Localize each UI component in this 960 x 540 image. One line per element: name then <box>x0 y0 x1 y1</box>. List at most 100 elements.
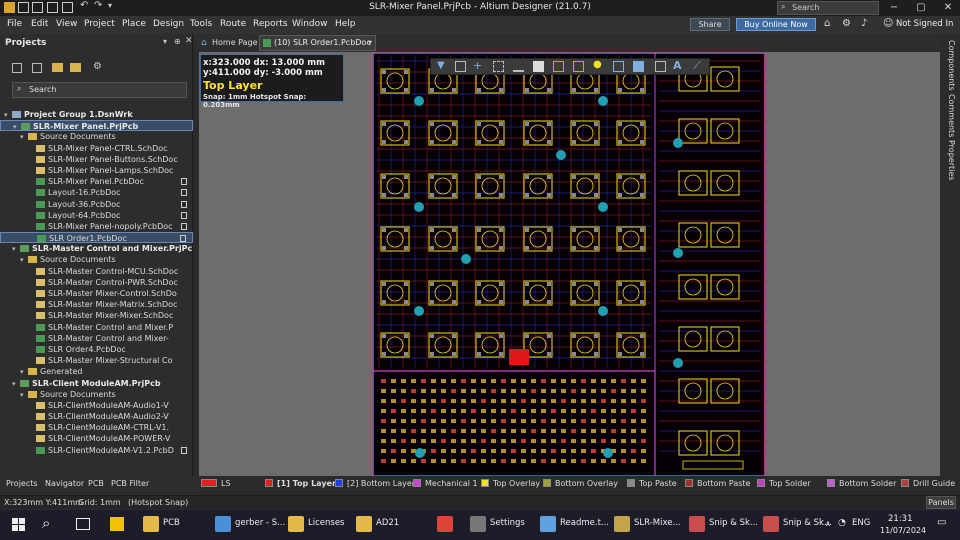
tray-arrow-icon[interactable]: ∧ <box>825 519 831 528</box>
project-tree-item[interactable]: Layout-36.PcbDoc <box>0 199 193 210</box>
interactive-route-icon[interactable] <box>553 61 564 72</box>
taskbar-app-icon[interactable] <box>470 516 486 532</box>
expand-arrow-icon[interactable]: ▾ <box>12 244 20 254</box>
project-tree-item[interactable]: ▾ Source Documents <box>0 254 193 265</box>
route-icon[interactable] <box>455 61 466 72</box>
tab-pcb[interactable]: PCB <box>88 479 104 488</box>
layer-tab[interactable]: [1] Top Layer <box>265 479 336 488</box>
project-tree-item[interactable]: ▾ Source Documents <box>0 389 193 400</box>
windows-start-icon[interactable] <box>12 518 25 531</box>
menu-help[interactable]: Help <box>335 19 356 29</box>
tab-pcb-filter[interactable]: PCB Filter <box>111 479 149 488</box>
projects-search-input[interactable]: ⌕ Search <box>12 82 187 98</box>
project-tree-item[interactable]: SLR-Master Mixer-Structural Co <box>0 355 193 366</box>
taskbar-app-label[interactable]: Snip & Sk... <box>709 518 758 528</box>
home-icon[interactable]: ⌂ <box>824 18 830 29</box>
taskbar-app-label[interactable]: AD21 <box>376 518 399 528</box>
layer-tab[interactable]: Mechanical 1 <box>413 479 478 488</box>
notification-icon[interactable]: ▭ <box>937 517 946 528</box>
polygon-icon[interactable] <box>633 61 644 72</box>
tab-home-page[interactable]: ⌂ Home Page <box>200 36 258 51</box>
taskbar-app-icon[interactable] <box>540 516 556 532</box>
layer-tab[interactable]: Drill Guide <box>901 479 955 488</box>
folder-open-icon[interactable] <box>70 63 81 72</box>
text-icon[interactable]: A <box>673 59 684 72</box>
search-icon[interactable]: ⌕ <box>42 514 50 532</box>
tab-comments[interactable]: Comments <box>944 94 956 137</box>
project-tree-item[interactable]: Layout-16.PcbDoc <box>0 187 193 198</box>
expand-arrow-icon[interactable]: ▾ <box>4 110 12 120</box>
project-tree-item[interactable]: SLR-Master Mixer-Control.SchDo <box>0 288 193 299</box>
project-tree-item[interactable]: SLR-ClientModuleAM-Audio1-V <box>0 400 193 411</box>
plus-icon[interactable]: + <box>473 59 484 72</box>
menu-place[interactable]: Place <box>122 19 146 29</box>
project-tree-item[interactable]: SLR-Mixer Panel-nopoly.PcbDoc <box>0 221 193 232</box>
menu-project[interactable]: Project <box>84 19 115 29</box>
tab-navigator[interactable]: Navigator <box>45 479 84 488</box>
expand-arrow-icon[interactable]: ▾ <box>13 122 21 130</box>
menu-view[interactable]: View <box>56 19 77 29</box>
project-tree-node[interactable]: ▾ Project Group 1.DsnWrk <box>0 109 193 120</box>
clock-date[interactable]: 11/07/2024 <box>880 526 926 535</box>
align-icon[interactable] <box>513 61 524 72</box>
maximize-button[interactable]: ▢ <box>907 0 935 16</box>
select-icon[interactable] <box>493 61 504 72</box>
menu-edit[interactable]: Edit <box>31 19 48 29</box>
buy-online-button[interactable]: Buy Online Now <box>736 18 816 31</box>
taskbar-app-icon[interactable] <box>437 516 453 532</box>
bell-icon[interactable]: ♪ <box>861 18 867 29</box>
project-tree-item[interactable]: SLR-ClientModuleAM-POWER-V <box>0 433 193 444</box>
project-tree-item[interactable]: ▾ Generated <box>0 366 193 377</box>
project-tree-item[interactable]: SLR-Master Mixer-Mixer.SchDoc <box>0 310 193 321</box>
tab-properties[interactable]: Properties <box>944 140 956 180</box>
menu-design[interactable]: Design <box>153 19 184 29</box>
project-tree-item[interactable]: SLR-Master Mixer-Matrix.SchDoc <box>0 299 193 310</box>
taskbar-app-label[interactable]: Readme.t... <box>560 518 609 528</box>
taskbar-app-icon[interactable] <box>356 516 372 532</box>
share-button[interactable]: Share <box>690 18 730 31</box>
layer-tab[interactable]: Bottom Solder <box>827 479 896 488</box>
taskbar-app-label[interactable]: Settings <box>490 518 525 528</box>
global-search-input[interactable]: ⌕ Search <box>777 1 879 15</box>
menu-tools[interactable]: Tools <box>190 19 212 29</box>
close-button[interactable]: ✕ <box>934 0 960 16</box>
expand-arrow-icon[interactable]: ▾ <box>20 132 28 142</box>
expand-arrow-icon[interactable]: ▾ <box>20 390 28 400</box>
project-tree-item[interactable]: SLR Order1.PcbDoc <box>0 232 193 244</box>
network-icon[interactable]: ◔ <box>838 518 846 528</box>
pad-icon[interactable]: ● <box>593 59 604 70</box>
project-tree-item[interactable]: Layout-64.PcbDoc <box>0 210 193 221</box>
project-tree-item[interactable]: SLR-ClientModuleAM-V1.2.PcbD <box>0 445 193 456</box>
gear-icon[interactable]: ⚙ <box>842 18 851 29</box>
save-icon[interactable] <box>12 63 22 73</box>
gear-icon[interactable]: ⚙ <box>93 61 102 72</box>
project-tree-item[interactable]: SLR-Mixer Panel.PcbDoc <box>0 176 193 187</box>
project-tree-item[interactable]: SLR-Master Control and Mixer- <box>0 333 193 344</box>
pcb-board[interactable] <box>372 52 766 477</box>
project-tree-node[interactable]: ▾ SLR-Mixer Panel.PrjPcb <box>0 120 193 132</box>
project-tree-node[interactable]: ▾ SLR-Master Control and Mixer.PrjPc <box>0 243 193 254</box>
expand-arrow-icon[interactable]: ▾ <box>20 367 28 377</box>
language-indicator[interactable]: ENG <box>852 518 870 528</box>
filter-icon[interactable]: ▼ <box>437 60 448 71</box>
taskbar-app-label[interactable]: PCB <box>163 518 180 528</box>
menu-window[interactable]: Window <box>292 19 328 29</box>
folder-icon[interactable] <box>52 63 63 72</box>
via-icon[interactable] <box>613 61 624 72</box>
tab-components[interactable]: Components <box>944 40 956 91</box>
clock-time[interactable]: 21:31 <box>888 514 913 524</box>
diff-pair-icon[interactable] <box>573 61 584 72</box>
taskbar-app-label[interactable]: gerber - S... <box>235 518 285 528</box>
project-tree-item[interactable]: SLR-Master Control-PWR.SchDoc <box>0 277 193 288</box>
project-tree-item[interactable]: SLR-Master Control and Mixer.P <box>0 322 193 333</box>
taskbar-app-label[interactable]: SLR-Mixe... <box>634 518 681 528</box>
taskbar-app-label[interactable]: Licenses <box>308 518 344 528</box>
sticky-notes-icon[interactable] <box>110 517 124 531</box>
fill-icon[interactable] <box>533 61 544 72</box>
tab-projects[interactable]: Projects <box>6 479 38 488</box>
minimize-button[interactable]: − <box>880 0 908 16</box>
task-view-icon[interactable] <box>76 518 90 530</box>
expand-arrow-icon[interactable]: ▾ <box>12 379 20 389</box>
menu-route[interactable]: Route <box>220 19 246 29</box>
expand-arrow-icon[interactable]: ▾ <box>20 255 28 265</box>
